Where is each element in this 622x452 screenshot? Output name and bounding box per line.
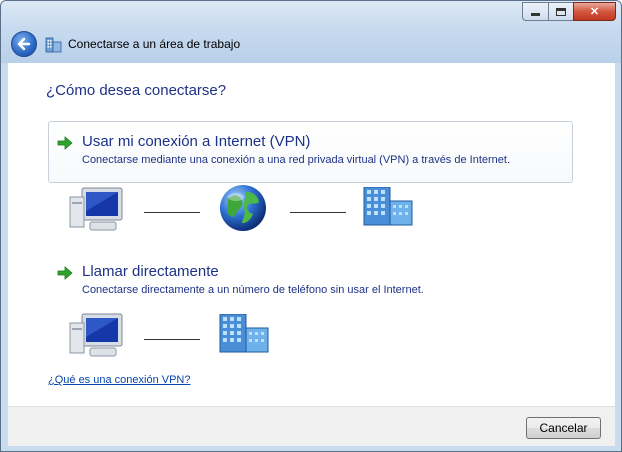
content-area: ¿Cómo desea conectarse? Usar mi conexión… xyxy=(8,63,615,406)
close-button[interactable]: ✕ xyxy=(573,2,616,21)
maximize-icon xyxy=(556,7,566,16)
workplace-network-icon xyxy=(45,37,62,53)
connection-line xyxy=(144,339,200,340)
back-arrow-icon xyxy=(17,37,31,51)
wizard-window: ✕ Conectarse a un área de trabajo ¿Cómo … xyxy=(0,0,622,452)
minimize-icon xyxy=(531,13,540,16)
window-title: Conectarse a un área de trabajo xyxy=(68,37,241,51)
close-icon: ✕ xyxy=(589,6,600,18)
footer: Cancelar xyxy=(8,406,615,446)
connection-line xyxy=(144,212,200,213)
minimize-button[interactable] xyxy=(522,2,548,21)
green-arrow-icon xyxy=(57,266,73,280)
computer-icon xyxy=(69,187,123,231)
caption-buttons: ✕ xyxy=(522,2,616,21)
back-button[interactable] xyxy=(11,31,37,57)
title-bar: ✕ Conectarse a un área de trabajo xyxy=(1,1,621,63)
building-icon xyxy=(219,314,269,353)
page-heading: ¿Cómo desea conectarse? xyxy=(46,82,227,99)
maximize-button[interactable] xyxy=(548,2,573,21)
option-vpn-title: Usar mi conexión a Internet (VPN) xyxy=(82,133,311,150)
computer-icon xyxy=(69,313,123,357)
option-vpn[interactable]: Usar mi conexión a Internet (VPN) Conect… xyxy=(48,121,573,183)
option-dial[interactable]: Llamar directamente Conectarse directame… xyxy=(48,251,573,313)
cancel-button[interactable]: Cancelar xyxy=(526,417,601,439)
building-icon xyxy=(363,187,413,226)
globe-icon xyxy=(220,185,266,231)
connection-line xyxy=(290,212,346,213)
green-arrow-icon xyxy=(57,136,73,150)
vpn-help-link[interactable]: ¿Qué es una conexión VPN? xyxy=(48,374,190,386)
option-dial-description: Conectarse directamente a un número de t… xyxy=(82,284,424,296)
option-vpn-description: Conectarse mediante una conexión a una r… xyxy=(82,154,511,166)
option-dial-title: Llamar directamente xyxy=(82,263,219,280)
